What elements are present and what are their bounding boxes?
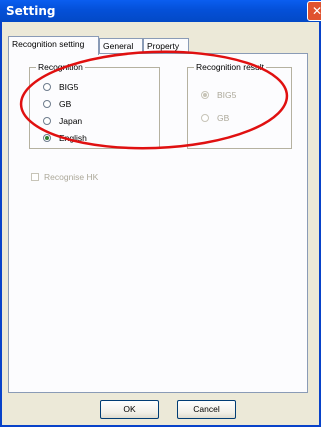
radio-english-label: English bbox=[59, 133, 87, 143]
radio-big5[interactable]: BIG5 bbox=[43, 81, 78, 93]
radio-button-icon[interactable] bbox=[43, 83, 51, 91]
close-icon[interactable]: ✕ bbox=[307, 1, 321, 21]
radio-japan-label: Japan bbox=[59, 116, 83, 126]
recognition-group-title: Recognition bbox=[36, 62, 85, 72]
result-radio-gb-label: GB bbox=[217, 113, 230, 123]
radio-button-icon[interactable] bbox=[201, 114, 209, 122]
radio-english[interactable]: English bbox=[43, 132, 87, 144]
radio-big5-label: BIG5 bbox=[59, 82, 79, 92]
radio-gb-label: GB bbox=[59, 99, 72, 109]
recognition-result-group: Recognition result BIG5 GB bbox=[187, 62, 292, 149]
window-title: Setting bbox=[6, 4, 56, 18]
tab-general[interactable]: General bbox=[99, 38, 143, 54]
result-radio-gb[interactable]: GB bbox=[201, 112, 229, 124]
tab-property[interactable]: Property bbox=[143, 38, 189, 54]
radio-button-checked-icon[interactable] bbox=[43, 134, 51, 142]
radio-button-checked-icon[interactable] bbox=[201, 91, 209, 99]
recognition-result-group-title: Recognition result bbox=[194, 62, 267, 72]
radio-button-icon[interactable] bbox=[43, 117, 51, 125]
recognise-hk-checkbox[interactable]: Recognise HK bbox=[31, 171, 98, 183]
result-radio-big5[interactable]: BIG5 bbox=[201, 89, 236, 101]
radio-japan[interactable]: Japan bbox=[43, 115, 82, 127]
radio-button-icon[interactable] bbox=[43, 100, 51, 108]
radio-gb[interactable]: GB bbox=[43, 98, 71, 110]
recognise-hk-label: Recognise HK bbox=[44, 172, 99, 182]
checkbox-icon[interactable] bbox=[31, 173, 39, 181]
cancel-button[interactable]: Cancel bbox=[177, 400, 236, 419]
tab-recognition-setting[interactable]: Recognition setting bbox=[8, 36, 99, 55]
ok-button[interactable]: OK bbox=[100, 400, 159, 419]
recognition-group: Recognition BIG5 GB Japan English bbox=[29, 62, 160, 149]
result-radio-big5-label: BIG5 bbox=[217, 90, 237, 100]
title-bar[interactable]: Setting ✕ bbox=[0, 0, 321, 22]
